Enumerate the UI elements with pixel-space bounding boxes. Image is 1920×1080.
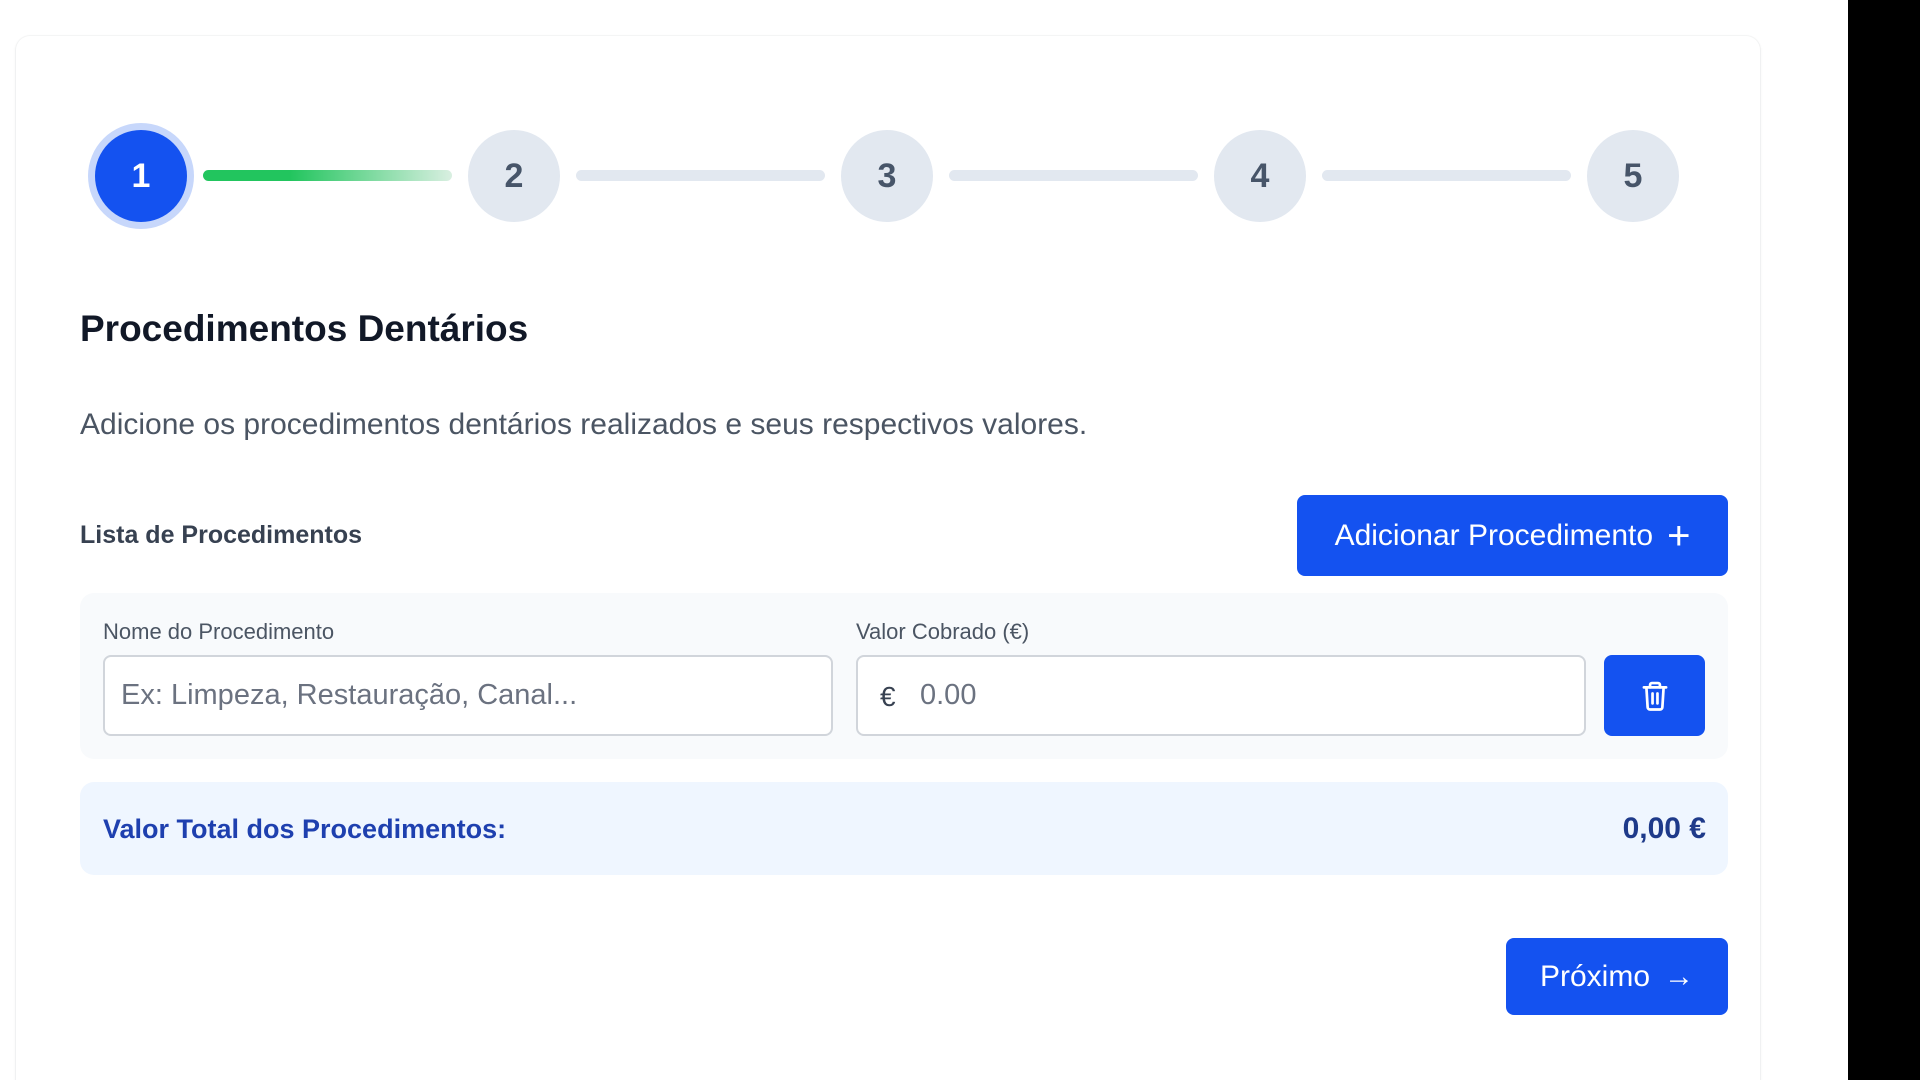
delete-procedure-button[interactable] xyxy=(1604,655,1705,736)
procedure-name-label: Nome do Procedimento xyxy=(103,619,335,644)
step-connector-1-2 xyxy=(203,170,452,181)
total-label: Valor Total dos Procedimentos: xyxy=(103,814,507,844)
step-4[interactable]: 4 xyxy=(1214,130,1306,222)
procedure-row: Nome do Procedimento Valor Cobrado (€) € xyxy=(80,593,1728,759)
add-procedure-button-label: Adicionar Procedimento xyxy=(1334,518,1654,552)
step-3[interactable]: 3 xyxy=(841,130,933,222)
procedures-list-label: Lista de Procedimentos xyxy=(80,521,363,549)
plus-icon: + xyxy=(1667,513,1691,558)
total-summary: Valor Total dos Procedimentos: 0,00 € xyxy=(80,782,1728,875)
section-description: Adicione os procedimentos dentários real… xyxy=(80,408,1088,441)
next-button[interactable]: Próximo → xyxy=(1506,938,1728,1015)
window-edge xyxy=(1848,0,1920,1080)
trash-icon xyxy=(1642,681,1667,711)
step-connector-3-4 xyxy=(949,170,1198,181)
step-connector-4-5 xyxy=(1322,170,1571,181)
total-value: 0,00 € xyxy=(1622,812,1706,845)
procedure-name-field xyxy=(103,655,833,736)
page: 1 2 3 4 5 Procedimentos Dentários Adicio… xyxy=(0,0,1920,1080)
add-procedure-button[interactable]: Adicionar Procedimento + xyxy=(1297,495,1728,576)
step-1[interactable]: 1 xyxy=(95,130,187,222)
procedure-name-input[interactable] xyxy=(105,657,831,734)
procedure-value-field: € xyxy=(856,655,1586,736)
procedure-value-input[interactable] xyxy=(858,657,1584,734)
next-button-label: Próximo xyxy=(1539,959,1651,993)
currency-symbol: € xyxy=(880,681,896,712)
step-connector-2-3 xyxy=(576,170,825,181)
step-2[interactable]: 2 xyxy=(468,130,560,222)
procedure-value-label: Valor Cobrado (€) xyxy=(856,619,1030,644)
step-5[interactable]: 5 xyxy=(1587,130,1679,222)
form-card: 1 2 3 4 5 Procedimentos Dentários Adicio… xyxy=(16,36,1760,1080)
section-title: Procedimentos Dentários xyxy=(80,308,529,349)
arrow-right-icon: → xyxy=(1664,959,1695,993)
